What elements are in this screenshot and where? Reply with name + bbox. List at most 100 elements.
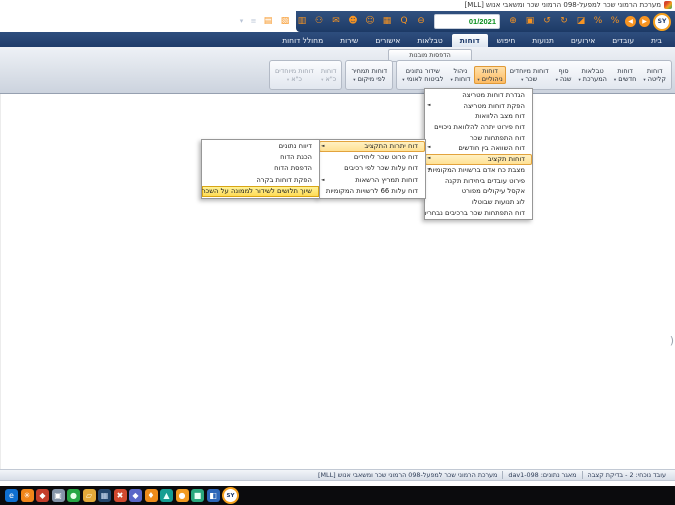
national-insurance-transmit-button[interactable]: שידור נתונים לביטוח לאומי ▾ [399, 66, 446, 85]
budget-balance-submenu: דיווח נתוניםהכנת הדוחהדפסת הדוחהפקת דוחו… [201, 139, 320, 199]
organization-icon[interactable]: ▦ [380, 14, 394, 29]
taskbar-browser-icon[interactable]: e [5, 489, 18, 502]
submenu-arrow-icon: ◄ [321, 175, 324, 186]
special-hr-reports-button[interactable]: דוחות מיוחדים כ"א ▾ [272, 66, 317, 85]
dropdown-arrow-icon: ▾ [402, 78, 404, 83]
menu-item[interactable]: דוחות תקציב◄ [425, 154, 532, 165]
year-end-button[interactable]: סוף שנה ▾ [553, 66, 575, 85]
toolbar-overflow-icon[interactable]: ▾ [237, 14, 246, 29]
refresh-icon[interactable]: ↻ [557, 14, 571, 29]
remove-icon[interactable]: ⊖ [414, 14, 428, 29]
taskbar-app12-icon[interactable]: ● [176, 489, 189, 502]
status-segment: עובד נוכחי: 2 - בדיקת קצבה [582, 471, 671, 479]
taskbar-app10-icon[interactable]: ♦ [145, 489, 158, 502]
title-bar: מערכת הרמוני שכר למפעל-098 הרמוני שכר ומ… [0, 0, 675, 11]
menu-lines-icon[interactable]: ≡ [249, 14, 258, 29]
menu-item[interactable]: אקסל עיקולים מפורט [425, 186, 532, 197]
toolbar-right-icons: ▶◀%%◪↻↺▣⊕ [506, 14, 650, 29]
menu-item[interactable]: דיווח נתונים [202, 141, 319, 152]
system-tables-button[interactable]: טבלאות המערכת ▾ [575, 66, 609, 85]
layers-icon[interactable]: ▣ [523, 14, 537, 29]
menu-item[interactable]: דוח עלות שכר לפי רכיבים [319, 163, 425, 174]
menu-item[interactable]: דוח התפתחות שכר [425, 133, 532, 144]
menu-item[interactable]: פירוט עובדים ביחידות תקנה [425, 176, 532, 187]
taskbar-app5-icon[interactable]: ● [67, 489, 80, 502]
add-icon[interactable]: ⊕ [506, 14, 520, 29]
taskbar-app14-icon[interactable]: ◧ [207, 489, 220, 502]
menu-item[interactable]: דוח התפתחות שכר ברכיבים נבחרים [425, 208, 532, 219]
menu-item[interactable]: דוח השוואה בין חודשים◄ [425, 143, 532, 154]
printer-icon[interactable]: ▤ [261, 14, 275, 29]
tab-search[interactable]: חיפוש [489, 34, 524, 47]
taskbar-app4-icon[interactable]: ▣ [52, 489, 65, 502]
dropdown-arrow-icon: ▾ [477, 78, 479, 83]
percent-alt-icon[interactable]: % [591, 14, 605, 29]
new-reports-button[interactable]: דוחות חדשים ▾ [611, 66, 640, 85]
taskbar-app8-icon[interactable]: ✖ [114, 489, 127, 502]
collapse-handle-icon[interactable]: ( [670, 334, 674, 347]
manage-reports-button[interactable]: ניהול דוחות ▾ [447, 66, 473, 85]
taskbar-app7-icon[interactable]: ▦ [98, 489, 111, 502]
menu-item[interactable]: דוח עלות 66 לרשויות המקומיות [319, 186, 425, 197]
menu-item[interactable]: דוחות תמריץ הרשאות◄ [319, 175, 425, 186]
print-preview-icon[interactable]: ▥ [295, 14, 309, 29]
mouse-icon[interactable]: ⚇ [312, 14, 326, 29]
costing-by-location-button[interactable]: דוחות תמחיר לפי מיקום ▾ [348, 66, 390, 85]
prev-icon[interactable]: ◀ [625, 16, 636, 27]
tab-reports[interactable]: דוחות [452, 34, 488, 47]
menu-item[interactable]: דוח פירוט יתרה להלוואת ניכויים [425, 122, 532, 133]
menu-item[interactable]: דוח מצב הלוואות [425, 111, 532, 122]
taskbar-folder-icon[interactable]: ▱ [83, 489, 96, 502]
tab-service[interactable]: שירות [332, 34, 366, 47]
tab-events[interactable]: אירועים [563, 34, 603, 47]
special-salary-reports-button[interactable]: דוחות מיוחדים שכר ▾ [507, 66, 552, 85]
tab-transactions[interactable]: תנועות [524, 34, 562, 47]
taskbar-app2-icon[interactable]: ✳ [21, 489, 34, 502]
history-icon[interactable]: ↺ [540, 14, 554, 29]
period-date-input[interactable] [434, 14, 500, 29]
taskbar-app11-icon[interactable]: ▲ [160, 489, 173, 502]
menu-item[interactable]: שיוך תלושים לשידור לממונה על השכר [202, 186, 319, 197]
dropdown-arrow-icon: ▾ [614, 78, 616, 83]
tab-approvals[interactable]: אישורים [367, 34, 408, 47]
mail-icon[interactable]: ✉ [329, 14, 343, 29]
taskbar-icons: e✳◆▣●▱▦✖◆♦▲●■◧ [5, 489, 220, 502]
ribbon-group-hr: דוחות כ"א ▾דוחות מיוחדים כ"א ▾ [269, 60, 343, 90]
dropdown-arrow-icon: ▾ [578, 78, 580, 83]
menu-item[interactable]: מצבת כח אדם ברשויות המקומיות◄ [425, 165, 532, 176]
export-icon[interactable]: ▧ [278, 14, 292, 29]
menu-item[interactable]: הגדרת דוחות מטריצה [425, 90, 532, 101]
menu-tab-bar: ביתעובדיםאירועיםתנועותחיפושדוחותטבלאותאי… [0, 32, 675, 47]
sy-logo[interactable]: SY [653, 13, 671, 31]
menu-item[interactable]: הפקת דוחות מטריצה◄ [425, 101, 532, 112]
menu-item[interactable]: דוח פרוט שכר ליחידים [319, 152, 425, 163]
menu-item[interactable]: לוג תנועות שבוטלו [425, 197, 532, 208]
search-icon[interactable]: Q [397, 14, 411, 29]
taskbar-sy-icon[interactable]: SY [222, 487, 239, 504]
dropdown-arrow-icon: ▾ [450, 78, 452, 83]
dropdown-arrow-icon: ▾ [287, 78, 289, 83]
taskbar-app3-icon[interactable]: ◆ [36, 489, 49, 502]
tab-employees[interactable]: עובדים [604, 34, 642, 47]
managerial-reports-button[interactable]: דוחות ניהוליים ▾ [474, 66, 505, 85]
submenu-arrow-icon: ◄ [427, 101, 430, 112]
menu-item[interactable]: דוח יתרות התקציב◄ [319, 141, 425, 152]
users-icon[interactable]: ☺ [363, 14, 377, 29]
menu-item[interactable]: הפקת דוחות בקרה [202, 175, 319, 186]
intake-reports-button[interactable]: דוחות קליטה ▾ [640, 66, 669, 85]
next-icon[interactable]: ▶ [639, 16, 650, 27]
tab-report-generator[interactable]: מחולל דוחות [274, 34, 331, 47]
percent-icon[interactable]: % [608, 14, 622, 29]
tab-tables[interactable]: טבלאות [409, 34, 450, 47]
dropdown-arrow-icon: ▾ [521, 78, 523, 83]
user-report-icon[interactable]: ☻ [346, 14, 360, 29]
taskbar-app9-icon[interactable]: ◆ [129, 489, 142, 502]
dropdown-arrow-icon: ▾ [556, 78, 558, 83]
chart-icon[interactable]: ◪ [574, 14, 588, 29]
taskbar-app13-icon[interactable]: ■ [191, 489, 204, 502]
menu-item[interactable]: הכנת הדוח [202, 152, 319, 163]
submenu-arrow-icon: ◄ [321, 141, 324, 152]
tab-home[interactable]: בית [643, 34, 670, 47]
hr-reports-button[interactable]: דוחות כ"א ▾ [318, 66, 340, 85]
menu-item[interactable]: הדפסת הדוח [202, 163, 319, 174]
